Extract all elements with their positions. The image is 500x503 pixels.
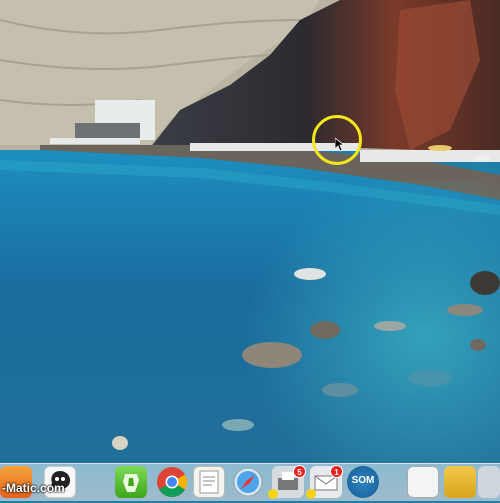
dock-item-textedit[interactable] — [193, 466, 225, 498]
desktop: 5 1 SOM -Matic.com — [0, 0, 500, 501]
watermark: -Matic.com — [2, 481, 65, 495]
safari-compass-icon — [233, 467, 263, 497]
evernote-icon — [123, 474, 139, 492]
textedit-icon — [199, 470, 219, 494]
chrome-icon — [157, 467, 188, 498]
dock-item-chrome[interactable] — [156, 466, 188, 498]
mouse-cursor-icon — [335, 138, 345, 152]
dock-item-som[interactable]: SOM — [347, 466, 379, 498]
dock-item-safari[interactable] — [232, 466, 264, 498]
dock-item-evernote[interactable] — [115, 466, 147, 498]
running-indicator — [306, 489, 316, 499]
dock-item-documents[interactable] — [407, 466, 439, 498]
running-indicator — [268, 489, 278, 499]
wallpaper-beach-photo — [0, 0, 500, 463]
mail-badge: 1 — [330, 465, 343, 478]
som-label: SOM — [351, 475, 375, 486]
dock-item-notes[interactable] — [444, 466, 476, 498]
printer-badge: 5 — [293, 465, 306, 478]
dock-item-finder-folder[interactable] — [478, 466, 500, 498]
